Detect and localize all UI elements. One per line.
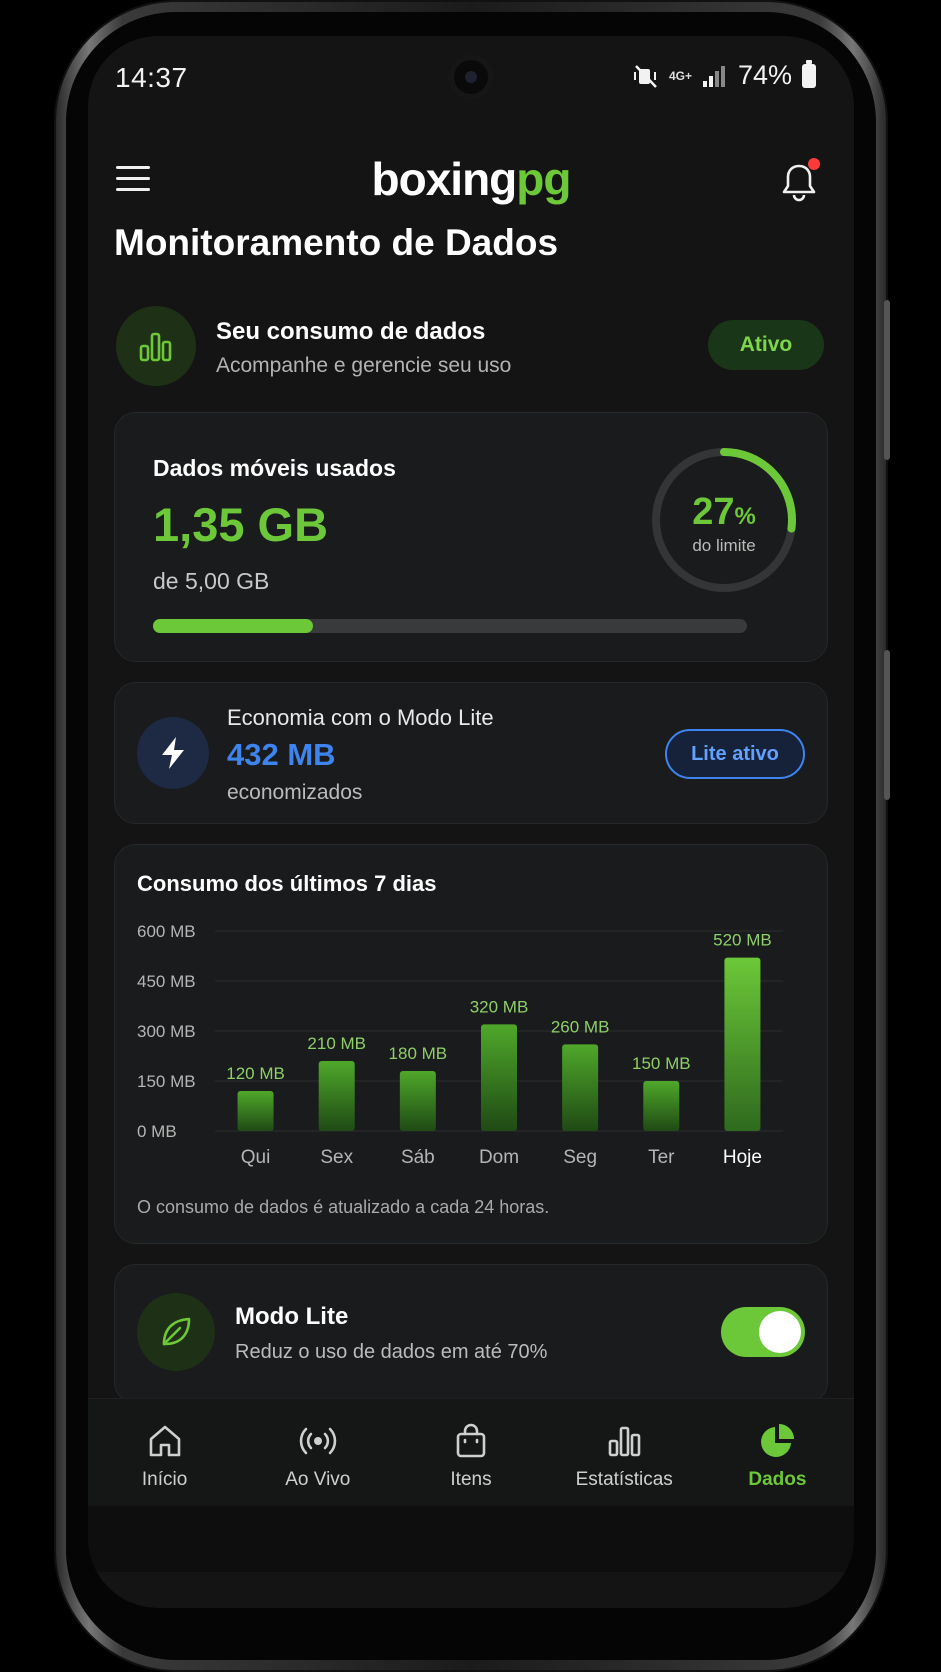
- toggle-knob: [759, 1311, 801, 1353]
- lightning-icon-circle: [137, 717, 209, 789]
- usage-progress-bar: [153, 619, 747, 633]
- app-header: boxingpg: [88, 116, 854, 226]
- bar-sáb: [399, 1071, 436, 1131]
- page-title: Monitoramento de Dados: [114, 222, 559, 263]
- lite-active-button[interactable]: Lite ativo: [665, 729, 805, 779]
- screen: 14:37 4G+ 74% boxingpg Monitoramento de …: [88, 36, 854, 1608]
- usage-label: Dados móveis usados: [153, 455, 396, 481]
- weekly-bar-chart: 0 MB 150 MB 300 MB 450 MB 600 MB 120 MB Qui 210…: [137, 922, 783, 1168]
- status-bar: 14:37 4G+ 74%: [88, 36, 854, 116]
- nav-item-ao-vivo[interactable]: Ao Vivo: [241, 1399, 394, 1506]
- nav-item-itens[interactable]: Itens: [394, 1399, 547, 1506]
- bar-value-label: 180 MB: [389, 1044, 448, 1063]
- lite-mode-subtitle: Reduz o uso de dados em até 70%: [235, 1341, 548, 1363]
- volume-button: [884, 300, 890, 460]
- lightning-bolt-icon: [162, 737, 184, 769]
- bar-dom: [481, 1024, 517, 1131]
- lite-savings-subtitle: economizados: [227, 781, 363, 804]
- bar-value-label: 210 MB: [307, 1034, 366, 1053]
- bar-seg: [562, 1044, 599, 1131]
- app-logo: boxingpg: [371, 153, 572, 205]
- nav-item-estatisticas[interactable]: Estatísticas: [548, 1399, 701, 1506]
- home-icon: [149, 1425, 180, 1457]
- y-tick-label: 300 MB: [137, 1022, 196, 1041]
- system-nav-area: [88, 1506, 854, 1572]
- bar-value-label: 150 MB: [632, 1054, 691, 1073]
- pie-chart-icon: [761, 1424, 795, 1457]
- summary-subtitle: Acompanhe e gerencie seu uso: [216, 354, 512, 377]
- shopping-bag-icon: [456, 1423, 486, 1458]
- nav-item-dados[interactable]: Dados: [701, 1399, 854, 1506]
- bar-ter: [643, 1081, 680, 1131]
- bar-value-label: 520 MB: [713, 931, 772, 950]
- x-tick-label: Qui: [241, 1147, 271, 1168]
- weekly-consumption-card: Consumo dos últimos 7 dias 0 MB 150 MB 300…: [114, 844, 828, 1244]
- nav-label: Dados: [748, 1469, 807, 1490]
- leaf-icon-circle: [137, 1293, 215, 1371]
- bar-value-label: 120 MB: [226, 1064, 285, 1083]
- usage-percent: 27%: [692, 491, 756, 533]
- lite-savings-value: 432 MB: [227, 737, 336, 772]
- x-tick-label: Dom: [479, 1147, 519, 1168]
- lite-savings-title: Economia com o Modo Lite: [227, 705, 494, 730]
- y-tick-label: 0 MB: [137, 1122, 177, 1141]
- x-tick-label: Sáb: [401, 1147, 435, 1168]
- data-summary-row: Seu consumo de dados Acompanhe e gerenci…: [116, 304, 824, 388]
- signal-icon: [702, 65, 725, 87]
- y-tick-label: 150 MB: [137, 1072, 196, 1091]
- bar-value-label: 320 MB: [470, 997, 529, 1016]
- bar-sex: [318, 1061, 355, 1131]
- notification-bell-icon[interactable]: [780, 158, 820, 202]
- chart-note: O consumo de dados é atualizado a cada 2…: [137, 1197, 550, 1217]
- lite-mode-card: Modo Lite Reduz o uso de dados em até 70…: [114, 1264, 828, 1404]
- x-tick-label: Seg: [563, 1147, 597, 1168]
- bar-chart-icon: [608, 1426, 641, 1457]
- battery-icon: [802, 59, 816, 88]
- nav-label: Início: [141, 1469, 188, 1490]
- lite-mode-toggle[interactable]: [721, 1307, 805, 1357]
- nav-label: Ao Vivo: [285, 1469, 351, 1490]
- y-tick-label: 450 MB: [137, 972, 196, 991]
- leaf-icon: [162, 1317, 191, 1346]
- chart-title: Consumo dos últimos 7 dias: [137, 871, 437, 896]
- summary-title: Seu consumo de dados: [216, 318, 486, 345]
- nav-label: Itens: [450, 1469, 492, 1490]
- status-icons: 4G+ 74%: [633, 59, 816, 91]
- x-tick-label: Ter: [648, 1147, 675, 1168]
- summary-chart-icon-circle: [116, 306, 196, 386]
- nav-item-inicio[interactable]: Início: [88, 1399, 241, 1506]
- battery-percent: 74%: [737, 60, 792, 90]
- usage-limit: de 5,00 GB: [153, 568, 270, 594]
- bottom-navigation: Início Ao Vivo Itens Estatísticas Dados: [88, 1398, 854, 1506]
- bar-hoje: [724, 957, 761, 1131]
- lite-savings-card: Economia com o Modo Lite 432 MB economiz…: [114, 682, 828, 824]
- bar-value-label: 260 MB: [551, 1017, 610, 1036]
- usage-ring-text: 27% do limite: [649, 445, 799, 595]
- power-button: [884, 650, 890, 800]
- status-time: 14:37: [115, 62, 188, 93]
- network-type: 4G+: [668, 68, 692, 83]
- bar-qui: [237, 1091, 274, 1131]
- usage-progress-fill: [153, 619, 314, 633]
- lite-mode-title: Modo Lite: [235, 1303, 349, 1330]
- front-camera: [448, 54, 494, 100]
- nav-label: Estatísticas: [575, 1469, 673, 1490]
- x-tick-label: Sex: [320, 1147, 353, 1168]
- y-tick-label: 600 MB: [137, 922, 196, 941]
- x-tick-label: Hoje: [723, 1147, 762, 1168]
- usage-value: 1,35 GB: [153, 498, 329, 551]
- live-broadcast-icon: [299, 1427, 337, 1455]
- notification-dot: [808, 158, 820, 170]
- mobile-data-usage-card: Dados móveis usados 1,35 GB de 5,00 GB 2…: [114, 412, 828, 662]
- status-badge: Ativo: [708, 320, 824, 370]
- bar-chart-icon: [139, 332, 172, 362]
- mute-vibrate-icon: [633, 64, 657, 88]
- usage-ring-label: do limite: [692, 536, 756, 555]
